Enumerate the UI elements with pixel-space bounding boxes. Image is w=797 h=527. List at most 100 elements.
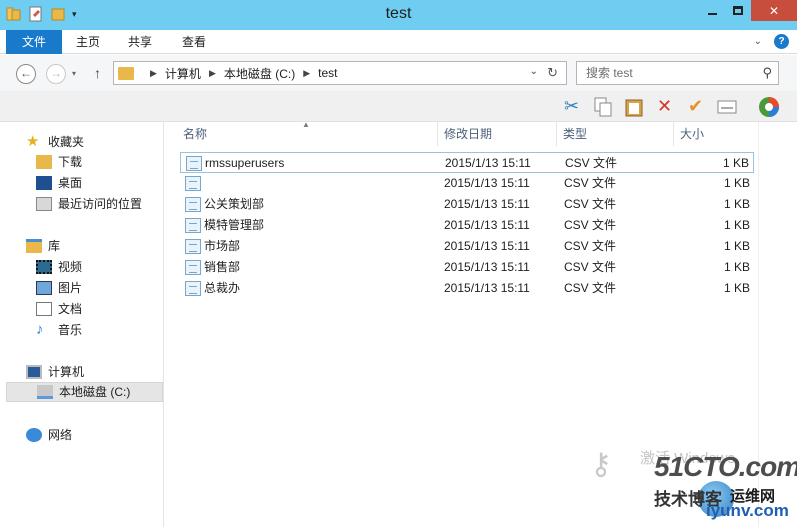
column-headers: ▲ 名称 修改日期 类型 大小	[165, 120, 758, 146]
file-date: 2015/1/13 15:11	[444, 281, 530, 295]
recent-locations-icon[interactable]: ▾	[72, 69, 76, 78]
breadcrumb-test[interactable]: test	[318, 66, 337, 80]
sidebar-item-label: 本地磁盘 (C:)	[59, 385, 131, 399]
file-date: 2015/1/13 15:11	[444, 260, 530, 274]
sidebar-item-recent[interactable]: 最近访问的位置	[36, 194, 142, 214]
document-icon	[36, 302, 52, 316]
computer-icon	[26, 365, 42, 379]
csv-file-icon	[185, 176, 201, 191]
help-icon[interactable]: ?	[774, 34, 789, 49]
sidebar-item-music[interactable]: ♪ 音乐	[36, 320, 82, 340]
search-icon[interactable]: ⚲	[762, 62, 772, 84]
column-header-date[interactable]: 修改日期	[438, 122, 557, 146]
maximize-icon	[733, 6, 743, 15]
sidebar-favorites-label: 收藏夹	[48, 135, 85, 149]
sidebar-favorites[interactable]: ★ 收藏夹	[26, 132, 84, 152]
tab-home[interactable]: 主页	[66, 30, 110, 54]
maximize-button[interactable]	[725, 0, 751, 21]
file-type: CSV 文件	[564, 239, 617, 253]
file-size: 1 KB	[723, 218, 750, 232]
file-size: 1 KB	[723, 260, 750, 274]
file-date: 2015/1/13 15:11	[444, 197, 530, 211]
copy-icon[interactable]	[591, 95, 614, 118]
music-icon: ♪	[36, 321, 44, 338]
recent-places-icon	[36, 197, 52, 211]
title-bar: ▾ test ✕	[0, 0, 797, 30]
file-row[interactable]: 总裁办 2015/1/13 15:11 CSV 文件 1 KB	[180, 278, 754, 299]
rename-icon[interactable]	[715, 95, 738, 118]
close-button[interactable]: ✕	[751, 0, 797, 21]
sidebar-item-videos[interactable]: 视频	[36, 257, 82, 277]
file-name: 模特管理部	[204, 218, 265, 232]
sidebar-item-label: 图片	[58, 281, 83, 295]
star-icon: ★	[26, 133, 40, 150]
file-date: 2015/1/13 15:11	[444, 218, 530, 232]
sidebar-libraries[interactable]: 库	[26, 236, 60, 256]
check-icon[interactable]: ✔	[684, 95, 707, 118]
tab-share[interactable]: 共享	[118, 30, 162, 54]
address-bar[interactable]: ▶ 计算机 ▶ 本地磁盘 (C:) ▶ test ⌄ ↻	[113, 61, 567, 85]
sidebar-item-label: 桌面	[58, 176, 83, 190]
file-size: 1 KB	[723, 239, 750, 253]
csv-file-icon	[185, 197, 201, 212]
sidebar-network-label: 网络	[48, 428, 73, 442]
forward-button[interactable]: →	[46, 64, 66, 84]
file-size: 1 KB	[723, 281, 750, 295]
back-button[interactable]: ←	[16, 64, 36, 84]
file-row[interactable]: 2015/1/13 15:11 CSV 文件 1 KB	[180, 173, 754, 194]
video-icon	[36, 260, 52, 274]
file-type: CSV 文件	[565, 156, 618, 170]
site-watermark: iyunv.com	[706, 501, 789, 520]
file-date: 2015/1/13 15:11	[445, 156, 531, 170]
sidebar-item-local-disk[interactable]: 本地磁盘 (C:)	[6, 382, 163, 402]
csv-file-icon	[185, 260, 201, 275]
sidebar-item-documents[interactable]: 文档	[36, 299, 82, 319]
delete-icon[interactable]: ✕	[653, 95, 676, 118]
window-controls: ✕	[699, 0, 797, 21]
sidebar-item-label: 视频	[58, 260, 83, 274]
up-button[interactable]: ↑	[94, 65, 101, 81]
minimize-button[interactable]	[699, 0, 725, 21]
file-row[interactable]: 销售部 2015/1/13 15:11 CSV 文件 1 KB	[180, 257, 754, 278]
desktop-icon	[36, 176, 52, 190]
sidebar-libraries-label: 库	[48, 239, 61, 253]
address-dropdown-icon[interactable]: ⌄	[530, 66, 538, 77]
sidebar-item-pictures[interactable]: 图片	[36, 278, 82, 298]
refresh-icon[interactable]: ↻	[547, 65, 558, 81]
picture-icon	[36, 281, 52, 295]
tab-view[interactable]: 查看	[172, 30, 216, 54]
file-row[interactable]: rmssuperusers 2015/1/13 15:11 CSV 文件 1 K…	[180, 152, 754, 173]
column-header-name[interactable]: 名称	[165, 122, 438, 146]
column-header-type[interactable]: 类型	[557, 122, 674, 146]
breadcrumb-computer[interactable]: 计算机	[165, 65, 201, 82]
breadcrumb-local-disk[interactable]: 本地磁盘 (C:)	[224, 65, 295, 82]
watermark: ⚷ 激活 Windows 51CTO.com 技术博客 运维网 iyunv.co…	[590, 445, 797, 527]
sidebar-item-desktop[interactable]: 桌面	[36, 173, 82, 193]
breadcrumb-separator-icon[interactable]: ▶	[303, 68, 310, 79]
color-wheel-icon[interactable]	[757, 95, 780, 118]
network-icon	[26, 428, 42, 442]
sidebar-computer[interactable]: 计算机	[26, 362, 84, 382]
sidebar-network[interactable]: 网络	[26, 425, 72, 445]
file-row[interactable]: 模特管理部 2015/1/13 15:11 CSV 文件 1 KB	[180, 215, 754, 236]
navigation-bar: ← → ▾ ↑ ▶ 计算机 ▶ 本地磁盘 (C:) ▶ test ⌄ ↻ 搜索 …	[0, 55, 797, 91]
search-input[interactable]: 搜索 test ⚲	[576, 61, 779, 85]
breadcrumb-separator-icon[interactable]: ▶	[150, 68, 157, 79]
download-folder-icon	[36, 155, 52, 169]
csv-file-icon	[185, 218, 201, 233]
file-type: CSV 文件	[564, 218, 617, 232]
breadcrumb-separator-icon[interactable]: ▶	[209, 68, 216, 79]
file-row[interactable]: 市场部 2015/1/13 15:11 CSV 文件 1 KB	[180, 236, 754, 257]
scissors-icon[interactable]: ✂	[560, 95, 583, 118]
column-header-size[interactable]: 大小	[674, 122, 758, 146]
tab-file[interactable]: 文件	[6, 30, 62, 54]
file-size: 1 KB	[723, 197, 750, 211]
file-type: CSV 文件	[564, 281, 617, 295]
navigation-pane: ★ 收藏夹 下载 桌面 最近访问的位置 库 视频 图片 文档 ♪ 音乐 计算机 …	[0, 122, 164, 527]
ribbon-right: ⌄ ?	[754, 34, 789, 49]
expand-ribbon-icon[interactable]: ⌄	[754, 36, 762, 47]
paste-icon[interactable]	[622, 95, 645, 118]
file-row[interactable]: 公关策划部 2015/1/13 15:11 CSV 文件 1 KB	[180, 194, 754, 215]
sidebar-item-downloads[interactable]: 下载	[36, 152, 82, 172]
folder-icon	[118, 66, 134, 80]
